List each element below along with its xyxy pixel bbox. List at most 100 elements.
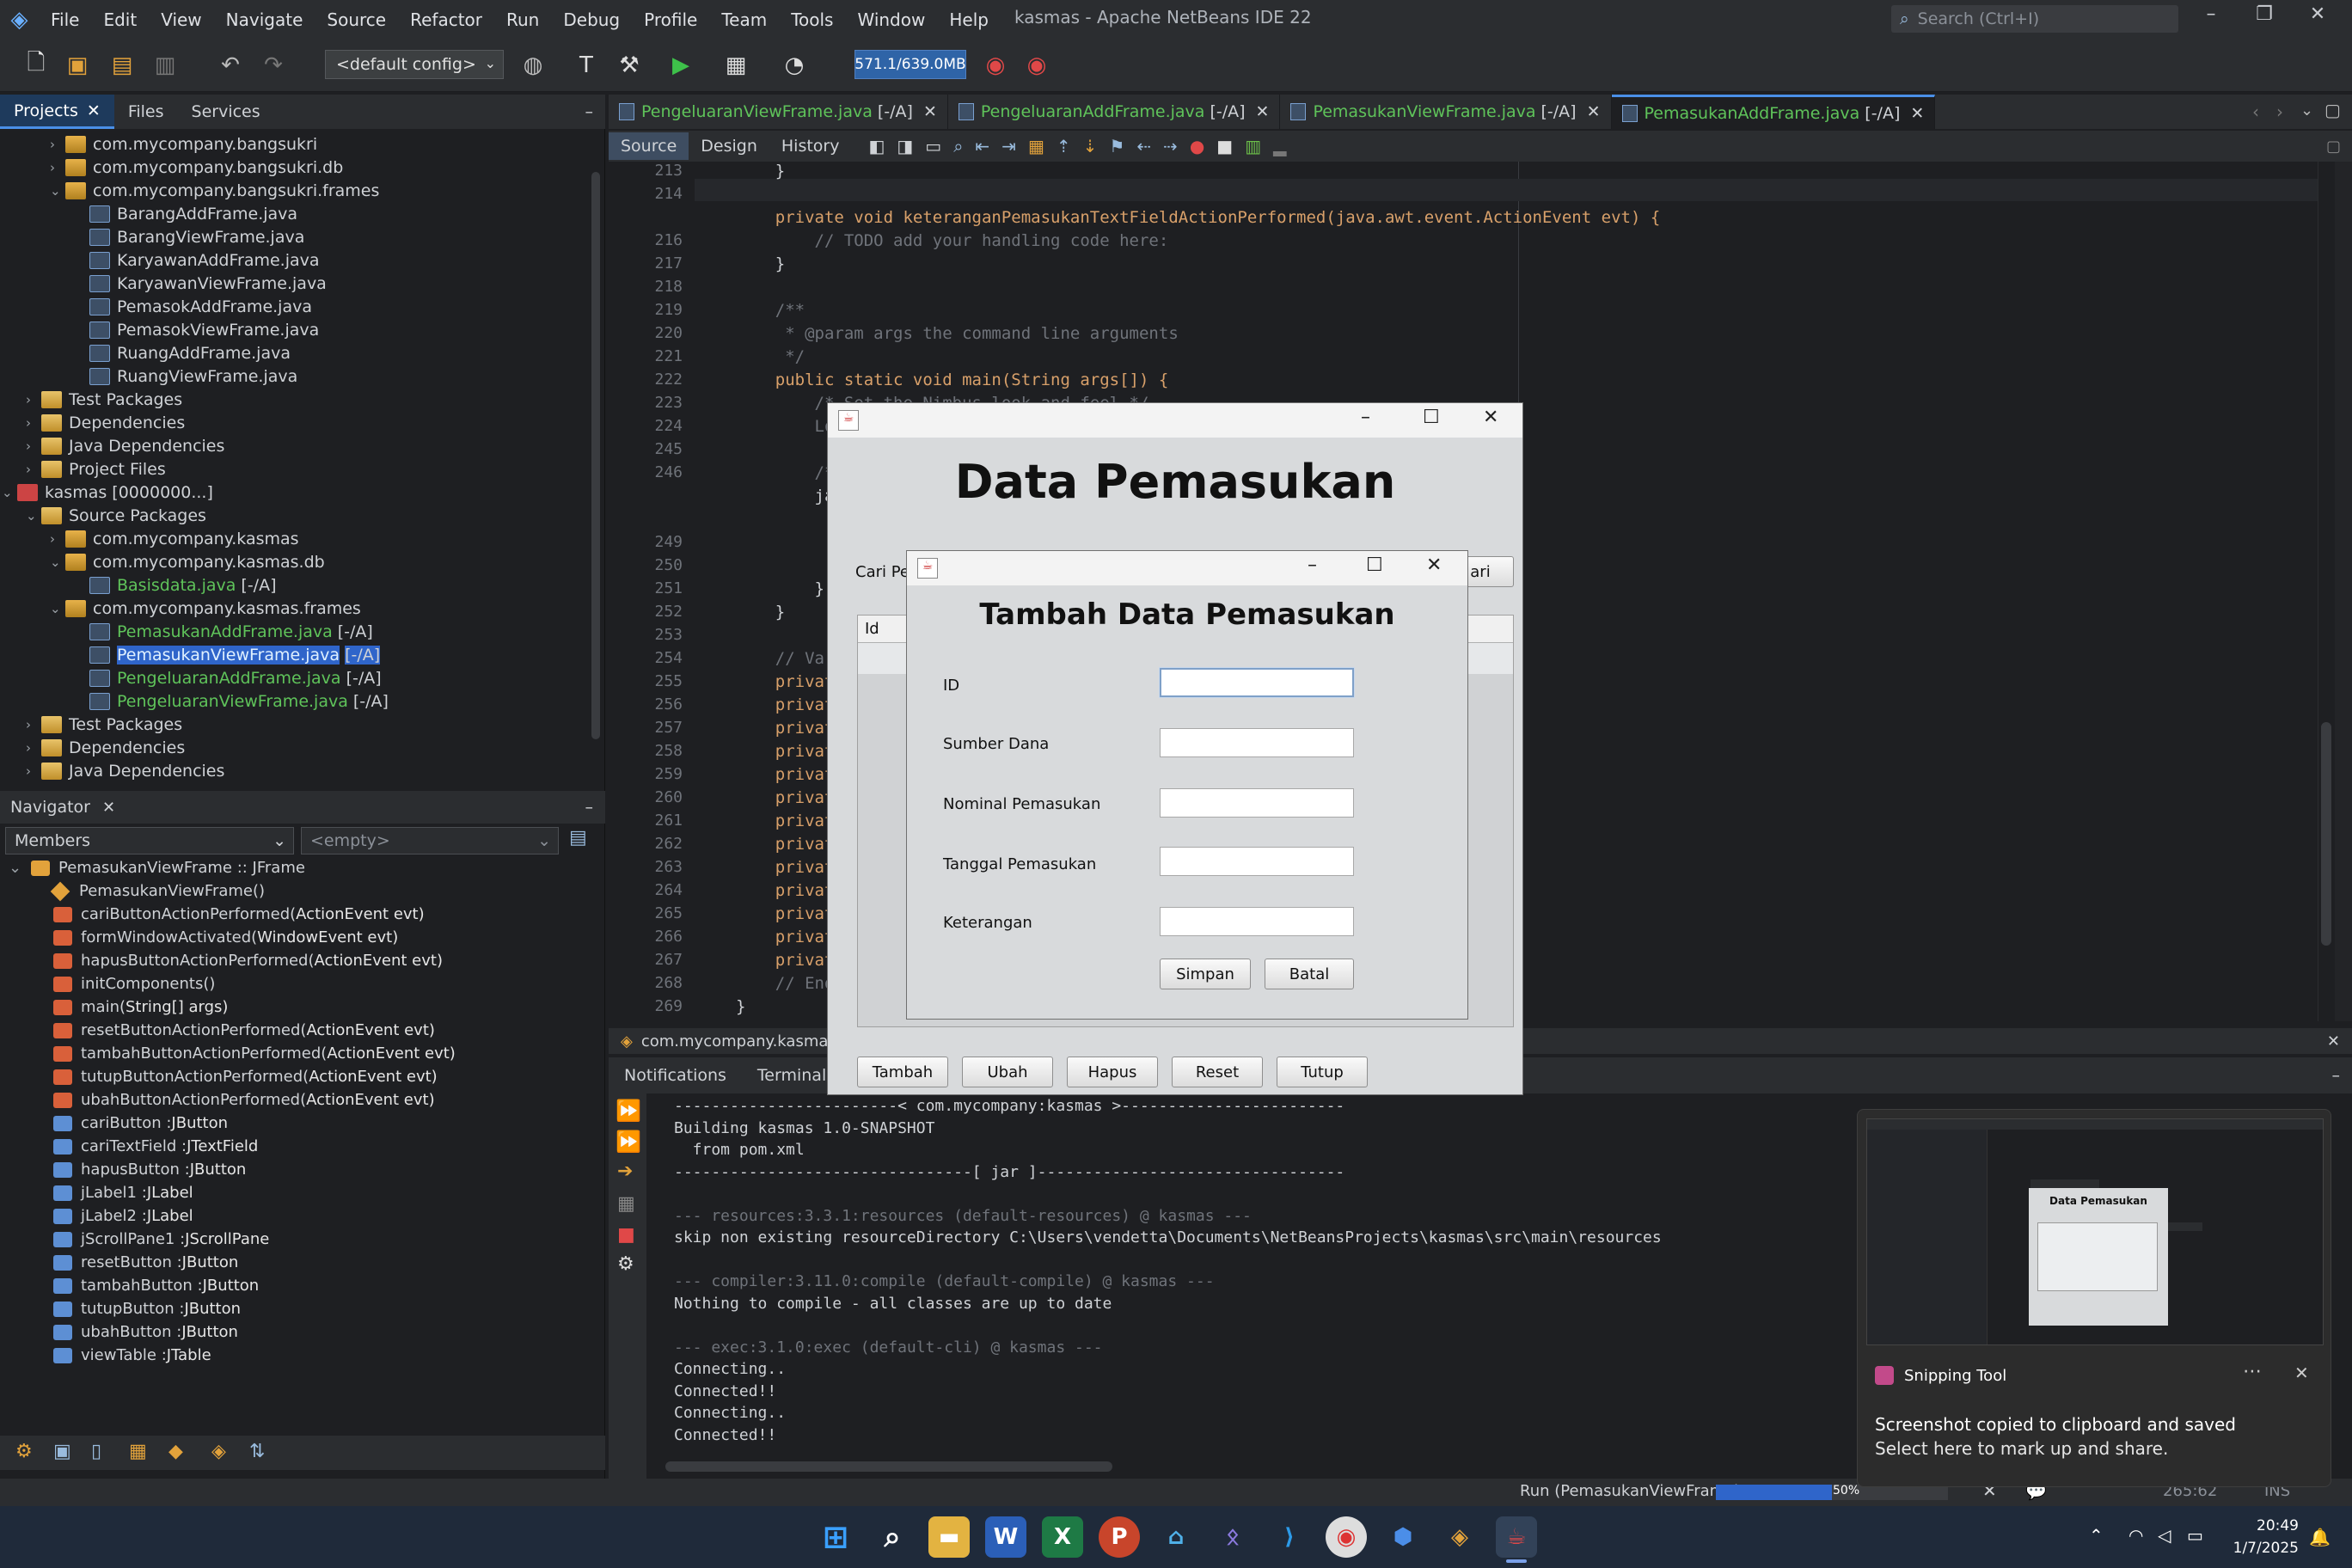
navigator-item[interactable]: main(String[] args) <box>53 995 228 1019</box>
tabs-list-icon[interactable]: ⌄ <box>2300 101 2313 119</box>
navigator-item[interactable]: cariButton : JButton <box>53 1112 228 1135</box>
build-icon[interactable]: T <box>569 48 603 83</box>
tabs-next-icon[interactable]: › <box>2276 101 2283 122</box>
shift-right-icon[interactable]: ⇢ <box>1163 136 1178 156</box>
tab-source[interactable]: Source <box>609 132 689 160</box>
tab-services[interactable]: Services <box>178 95 274 129</box>
tree-item[interactable]: › Test Packages <box>26 388 182 411</box>
tab-files[interactable]: Files <box>114 95 178 129</box>
editor-tab[interactable]: PemasukanAddFrame.java [-/A] ✕ <box>1611 95 1936 129</box>
class-filter-icon[interactable]: ◈ <box>211 1441 226 1462</box>
fields-icon[interactable]: ▣ <box>53 1441 71 1462</box>
tree-item[interactable]: PemasukanViewFrame.java [-/A] <box>74 643 381 666</box>
close-icon[interactable]: ✕ <box>923 102 937 121</box>
menu-window[interactable]: Window <box>845 9 937 30</box>
hapus-button[interactable]: Hapus <box>1067 1057 1158 1087</box>
tree-item[interactable]: › Project Files <box>26 457 166 481</box>
minimize-icon[interactable]: – <box>2185 3 2237 34</box>
expand-toggle-icon[interactable]: › <box>26 438 41 454</box>
inherited-icon[interactable]: ◆ <box>168 1441 183 1462</box>
tree-item[interactable]: ⌄ com.mycompany.kasmas.frames <box>50 597 361 620</box>
menu-tools[interactable]: Tools <box>779 9 845 30</box>
menu-source[interactable]: Source <box>315 9 398 30</box>
run-icon[interactable]: ▶ <box>664 48 698 83</box>
forward-icon[interactable]: ◨ <box>897 136 913 156</box>
powerpoint-icon[interactable]: P <box>1099 1516 1140 1558</box>
tree-scrollbar[interactable] <box>591 172 600 739</box>
ubah-button[interactable]: Ubah <box>962 1057 1053 1087</box>
profiler-icon[interactable]: ◉ <box>1020 48 1054 83</box>
tree-item[interactable]: BarangAddFrame.java <box>74 202 297 225</box>
tree-item[interactable]: RuangViewFrame.java <box>74 364 297 388</box>
volume-icon[interactable]: ◁ <box>2158 1525 2171 1546</box>
navigator-item[interactable]: tutupButton : JButton <box>53 1297 241 1320</box>
tree-item[interactable]: RuangAddFrame.java <box>74 341 291 364</box>
expand-toggle-icon[interactable]: › <box>26 415 41 431</box>
expand-toggle-icon[interactable]: › <box>50 137 65 152</box>
uncomment-icon[interactable]: ▂ <box>1273 136 1286 156</box>
menu-profile[interactable]: Profile <box>632 9 709 30</box>
menu-file[interactable]: File <box>39 9 91 30</box>
code-line[interactable]: } <box>736 997 745 1016</box>
search-icon[interactable]: ⌕ <box>872 1516 913 1558</box>
expand-toggle-icon[interactable]: › <box>26 763 41 779</box>
navigator-item[interactable]: viewTable : JTable <box>53 1344 211 1367</box>
find-icon[interactable]: ⌕ <box>953 136 963 156</box>
maximize-icon[interactable]: ☐ <box>1423 407 1440 428</box>
filter-select[interactable]: <empty> ⌄ <box>301 827 559 854</box>
profile-icon[interactable]: ◔ <box>777 48 812 83</box>
navigator-item[interactable]: jLabel2 : JLabel <box>53 1204 193 1228</box>
open-project-icon[interactable]: ▤ <box>105 48 139 83</box>
tree-item[interactable]: › Java Dependencies <box>26 759 224 782</box>
tree-item[interactable]: KaryawanAddFrame.java <box>74 248 320 272</box>
expand-toggle-icon[interactable]: › <box>26 740 41 756</box>
navigator-item[interactable]: hapusButtonActionPerformed(ActionEvent e… <box>53 949 443 972</box>
screenshot-thumbnail[interactable]: Data Pemasukan <box>1866 1118 2324 1345</box>
redo-icon[interactable]: ↷ <box>256 48 291 83</box>
rerun-icon[interactable]: ⏩ <box>616 1099 641 1123</box>
menu-run[interactable]: Run <box>494 9 551 30</box>
tree-item[interactable]: BarangViewFrame.java <box>74 225 304 248</box>
expand-toggle-icon[interactable]: › <box>50 160 65 175</box>
editor-tab[interactable]: PengeluaranAddFrame.java [-/A] ✕ <box>948 95 1281 129</box>
last-edit-icon[interactable]: ▭ <box>925 136 941 156</box>
navigator-item[interactable]: tutupButtonActionPerformed(ActionEvent e… <box>53 1065 438 1088</box>
rerun-goals-icon[interactable]: ⏩ <box>616 1130 641 1154</box>
close-icon[interactable]: ✕ <box>1587 102 1601 121</box>
code-line[interactable]: // TODO add your handling code here: <box>736 231 1169 250</box>
file-explorer-icon[interactable]: ▬ <box>928 1516 970 1558</box>
navigator-item[interactable]: ubahButtonActionPerformed(ActionEvent ev… <box>53 1088 435 1112</box>
menu-refactor[interactable]: Refactor <box>398 9 494 30</box>
tambah-button[interactable]: Tambah <box>857 1057 948 1087</box>
expand-toggle-icon[interactable]: › <box>26 717 41 732</box>
lock-icon[interactable]: ▦ <box>129 1441 147 1462</box>
tree-item[interactable]: ⌄ Source Packages <box>26 504 206 527</box>
close-icon[interactable]: ✕ <box>1256 102 1270 121</box>
batal-button[interactable]: Batal <box>1265 959 1354 989</box>
navigator-item[interactable]: PemasukanViewFrame() <box>50 879 265 903</box>
tanggal-field[interactable] <box>1160 847 1354 876</box>
navigator-item[interactable]: resetButtonActionPerformed(ActionEvent e… <box>53 1019 435 1042</box>
close-icon[interactable]: ✕ <box>1910 104 1924 123</box>
close-icon[interactable]: ✕ <box>1426 554 1442 576</box>
navigator-item[interactable]: jLabel1 : JLabel <box>53 1181 193 1204</box>
code-line[interactable]: } <box>736 254 785 273</box>
expand-toggle-icon[interactable]: ⌄ <box>50 554 65 570</box>
tab-notifications[interactable]: Notifications <box>609 1066 742 1085</box>
shift-left-icon[interactable]: ⇠ <box>1136 136 1151 156</box>
record-macro-icon[interactable]: ● <box>1190 136 1204 156</box>
expand-toggle-icon[interactable]: › <box>50 531 65 547</box>
menu-navigate[interactable]: Navigate <box>214 9 315 30</box>
navigator-item[interactable]: cariTextField : JTextField <box>53 1135 258 1158</box>
battery-icon[interactable]: ▭ <box>2187 1525 2203 1546</box>
code-line[interactable]: } <box>736 603 785 622</box>
navigator-item[interactable]: resetButton : JButton <box>53 1251 238 1274</box>
netbeans-taskbar-icon[interactable]: ◈ <box>1439 1516 1480 1558</box>
gc-icon[interactable]: ◉ <box>978 48 1013 83</box>
expand-toggle-icon[interactable]: ⌄ <box>50 601 65 616</box>
sumber-dana-field[interactable] <box>1160 728 1354 757</box>
close-icon[interactable]: ✕ <box>2327 1032 2352 1050</box>
minimize-icon[interactable]: – <box>585 102 606 121</box>
tree-item[interactable]: › com.mycompany.kasmas <box>50 527 299 550</box>
editor-tab[interactable]: PemasukanViewFrame.java [-/A] ✕ <box>1280 95 1612 129</box>
